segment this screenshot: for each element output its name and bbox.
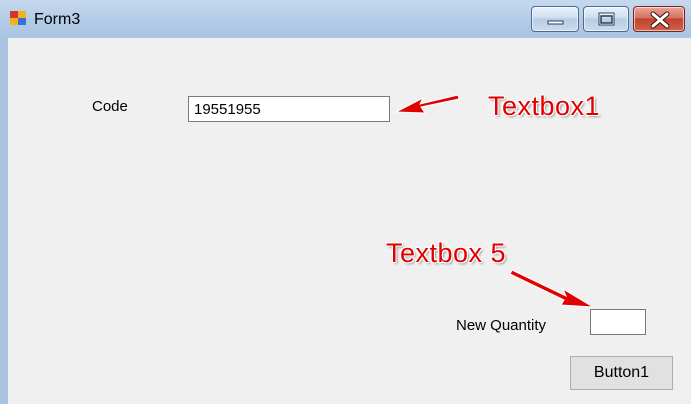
window-title: Form3: [34, 11, 81, 28]
form3-window: Form3 Code New Quantity Button1: [0, 0, 691, 404]
button1[interactable]: Button1: [570, 356, 673, 390]
textbox5-annotation: Textbox 5: [386, 238, 507, 268]
textbox1-annotation: Textbox1: [488, 91, 601, 121]
close-button[interactable]: [633, 6, 685, 32]
maximize-icon: [598, 12, 615, 26]
minimize-button[interactable]: [531, 6, 579, 32]
minimize-icon: [547, 20, 564, 25]
new-quantity-label: New Quantity: [456, 317, 547, 334]
new-quantity-textbox[interactable]: [590, 309, 646, 335]
close-icon: [650, 11, 670, 29]
code-label: Code: [92, 98, 128, 115]
app-icon: [10, 11, 26, 25]
code-textbox[interactable]: [188, 96, 390, 122]
maximize-button[interactable]: [583, 6, 629, 32]
title-bar[interactable]: Form3: [0, 0, 691, 40]
